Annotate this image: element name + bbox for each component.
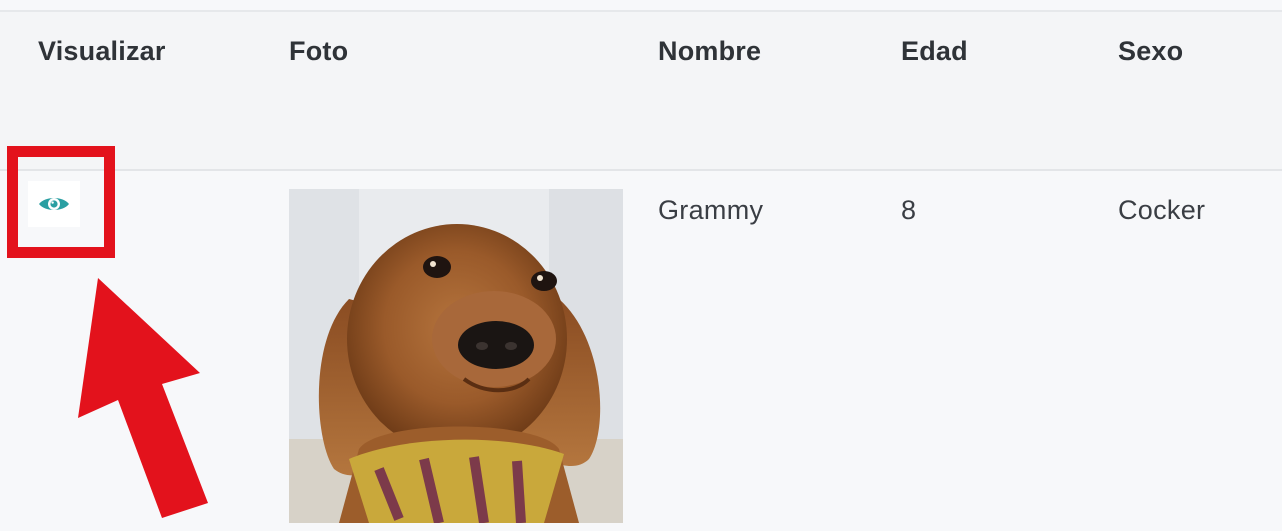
column-header-foto: Foto xyxy=(289,36,349,66)
dog-photo-image xyxy=(289,189,623,523)
dog-photo xyxy=(289,189,623,523)
table-header xyxy=(0,12,1282,169)
cell-sexo: Cocker xyxy=(1118,195,1206,225)
column-header-visualizar: Visualizar xyxy=(38,36,166,66)
table-view: Visualizar Foto Nombre Edad Sexo Grammy … xyxy=(0,0,1282,531)
cell-edad: 8 xyxy=(901,195,917,225)
cell-nombre: Grammy xyxy=(658,195,764,225)
column-header-nombre: Nombre xyxy=(658,36,762,66)
row-divider xyxy=(0,169,1282,171)
column-header-edad: Edad xyxy=(901,36,968,66)
annotation-arrow-icon xyxy=(78,278,208,518)
annotation-highlight-box xyxy=(7,146,115,258)
column-header-sexo: Sexo xyxy=(1118,36,1184,66)
